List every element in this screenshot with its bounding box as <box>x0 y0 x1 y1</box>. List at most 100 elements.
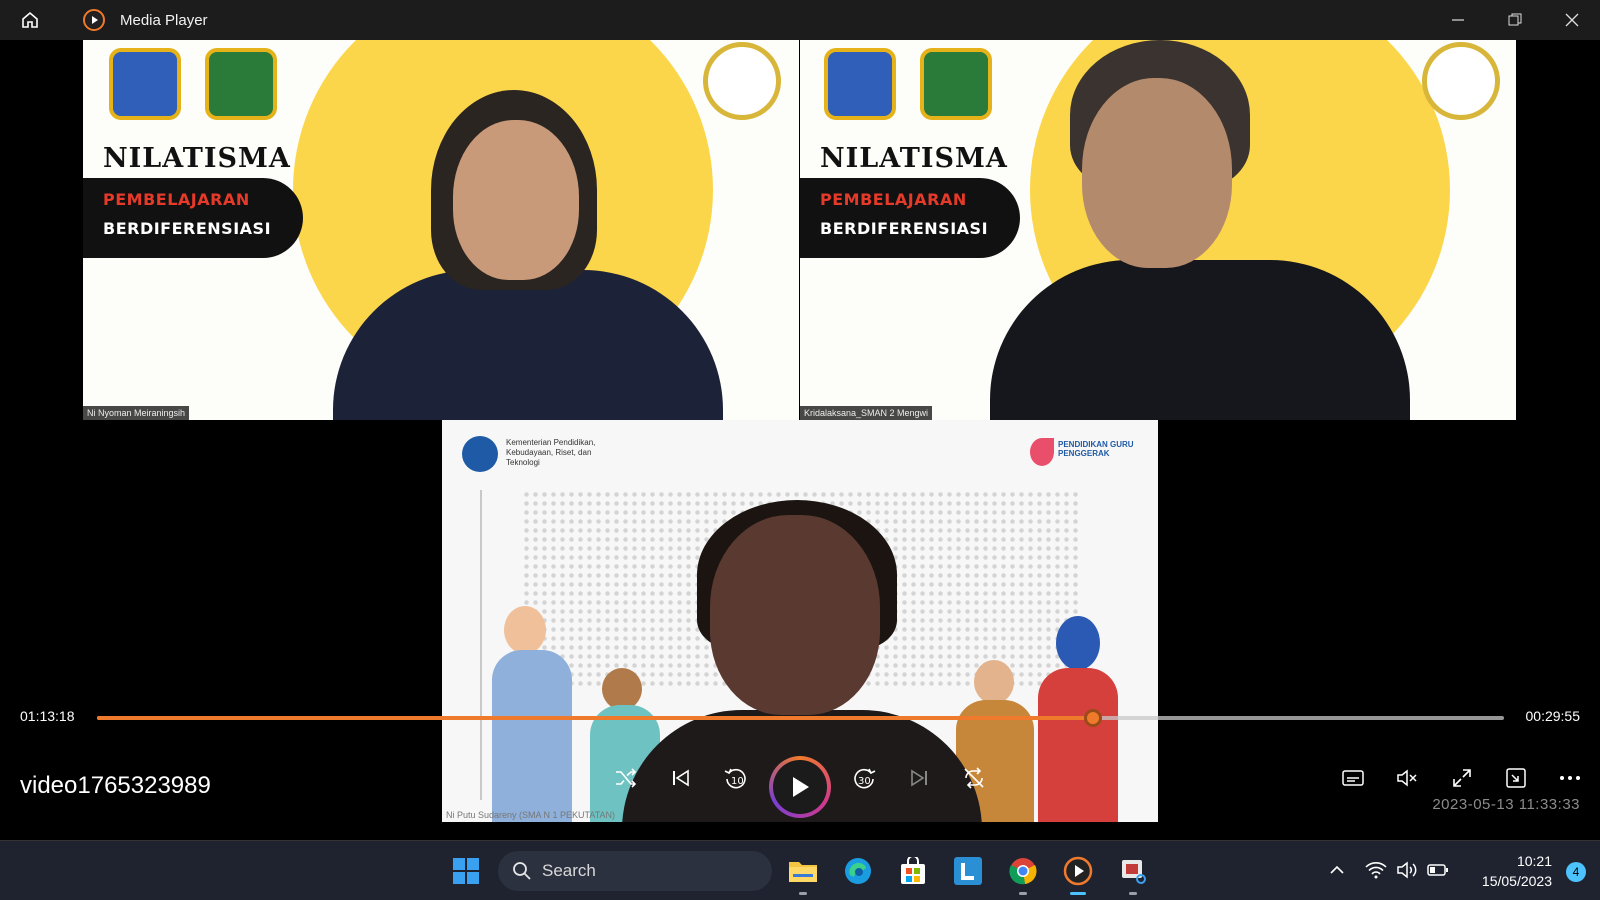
close-button[interactable] <box>1543 0 1600 40</box>
battery-icon <box>1427 864 1448 876</box>
chevron-up-icon <box>1330 865 1344 874</box>
participant-tile-right: NILATISMA PEMBELAJARAN BERDIFERENSIASI K… <box>800 40 1516 420</box>
play-button[interactable] <box>769 756 831 818</box>
previous-button[interactable] <box>661 758 701 798</box>
regional-emblem-logo <box>824 48 896 120</box>
home-icon <box>22 11 38 28</box>
program-logo <box>1030 438 1054 466</box>
playback-controls: 01:13:18 00:29:55 video1765323989 10 30 <box>0 700 1600 840</box>
regional-emblem-logo <box>205 48 277 120</box>
restore-icon <box>1508 13 1521 26</box>
skip-next-icon <box>911 769 927 787</box>
illustrated-character <box>974 660 1014 704</box>
fullscreen-button[interactable] <box>1442 758 1482 798</box>
snipping-tool-icon <box>1122 860 1146 884</box>
banner-line1: PEMBELAJARAN <box>820 190 967 209</box>
participant-tile-left: NILATISMA PEMBELAJARAN BERDIFERENSIASI N… <box>83 40 799 420</box>
battery-button[interactable] <box>1426 855 1450 885</box>
chrome-icon <box>1009 858 1037 885</box>
svg-text:30: 30 <box>858 776 871 787</box>
regional-emblem-logo <box>920 48 992 120</box>
taskbar-edge[interactable] <box>838 851 878 891</box>
video-canvas[interactable]: NILATISMA PEMBELAJARAN BERDIFERENSIASI N… <box>0 40 1600 840</box>
subtitles-icon <box>1342 770 1364 786</box>
taskbar-search[interactable]: Search <box>498 851 772 891</box>
edge-browser-icon <box>845 858 871 884</box>
ministry-name: Kementerian Pendidikan, Kebudayaan, Rise… <box>506 438 596 467</box>
shuffle-button[interactable] <box>606 758 646 798</box>
minimize-icon <box>1451 19 1464 21</box>
banner-line2: BERDIFERENSIASI <box>820 219 989 238</box>
illustrated-character <box>504 606 546 654</box>
search-icon <box>513 862 531 880</box>
taskbar-snipping-tool[interactable] <box>1113 851 1153 895</box>
regional-emblem-logo <box>109 48 181 120</box>
more-options-button[interactable] <box>1550 758 1590 798</box>
taskbar-l-app[interactable] <box>948 851 988 891</box>
taskbar-chrome[interactable] <box>1003 851 1043 895</box>
school-seal-logo <box>703 42 781 120</box>
recording-timestamp: 2023-05-13 11:33:33 <box>1432 796 1580 813</box>
participant-name-label: Ni Nyoman Meiraningsih <box>83 406 190 420</box>
ministry-logo <box>462 436 498 472</box>
more-horizontal-icon <box>1560 776 1580 780</box>
rewind-10-icon: 10 <box>724 768 746 789</box>
seek-bar-thumb[interactable] <box>1084 709 1103 727</box>
next-button[interactable] <box>899 758 939 798</box>
current-time: 01:13:18 <box>20 708 75 724</box>
taskbar-file-explorer[interactable] <box>783 851 823 895</box>
window-controls <box>1429 0 1600 40</box>
taskbar: Search 10:21 15/05/2023 4 <box>0 840 1600 900</box>
notification-badge[interactable]: 4 <box>1566 862 1586 882</box>
taskbar-microsoft-store[interactable] <box>893 851 933 891</box>
system-clock[interactable]: 10:21 15/05/2023 <box>1482 851 1552 891</box>
show-hidden-icons-button[interactable] <box>1325 855 1349 885</box>
repeat-button[interactable] <box>954 758 994 798</box>
close-icon <box>1565 13 1578 27</box>
window-title: Media Player <box>120 11 208 29</box>
forward-30-icon: 30 <box>854 768 876 789</box>
clock-date: 15/05/2023 <box>1481 873 1552 889</box>
clock-time: 10:21 <box>1516 853 1552 869</box>
mini-player-icon <box>1506 768 1526 788</box>
start-button[interactable] <box>446 851 486 891</box>
taskbar-media-player[interactable] <box>1058 851 1098 895</box>
rewind-10-button[interactable]: 10 <box>716 758 756 798</box>
event-heading: NILATISMA <box>820 143 1008 174</box>
subtitles-button[interactable] <box>1333 758 1373 798</box>
app-icon <box>74 0 114 40</box>
seek-bar-progress <box>97 716 1094 720</box>
volume-button[interactable] <box>1387 758 1427 798</box>
banner-line1: PEMBELAJARAN <box>103 190 250 209</box>
fullscreen-icon <box>1453 769 1471 787</box>
restore-button[interactable] <box>1486 0 1543 40</box>
play-icon <box>793 777 809 797</box>
participant-figure <box>990 260 1410 420</box>
program-name: PENDIDIKAN GURU PENGGERAK <box>1058 440 1134 458</box>
shuffle-icon <box>616 768 637 788</box>
skip-previous-icon <box>673 769 689 787</box>
topic-banner: PEMBELAJARAN BERDIFERENSIASI <box>800 178 1020 258</box>
school-seal-logo <box>1422 42 1500 120</box>
topic-banner: PEMBELAJARAN BERDIFERENSIASI <box>83 178 303 258</box>
forward-30-button[interactable]: 30 <box>844 758 884 798</box>
title-bar: Media Player <box>0 0 1600 40</box>
volume-tray-button[interactable] <box>1395 855 1419 885</box>
volume-mute-icon <box>1397 769 1417 787</box>
svg-text:10: 10 <box>731 776 744 787</box>
home-button[interactable] <box>10 0 50 40</box>
l-app-icon <box>954 857 982 885</box>
minimize-button[interactable] <box>1429 0 1486 40</box>
repeat-off-icon <box>964 767 984 789</box>
mini-player-button[interactable] <box>1496 758 1536 798</box>
event-heading: NILATISMA <box>103 143 291 174</box>
speaker-icon <box>1397 861 1417 879</box>
seek-bar[interactable] <box>97 709 1504 727</box>
store-bag-icon <box>901 857 925 884</box>
remaining-time: 00:29:55 <box>1525 708 1581 724</box>
video-title: video1765323989 <box>20 772 211 799</box>
participant-name-label: Kridalaksana_SMAN 2 Mengwi <box>800 406 933 420</box>
windows-logo-icon <box>453 858 479 884</box>
network-button[interactable] <box>1364 855 1388 885</box>
illustrated-character <box>1056 616 1100 670</box>
